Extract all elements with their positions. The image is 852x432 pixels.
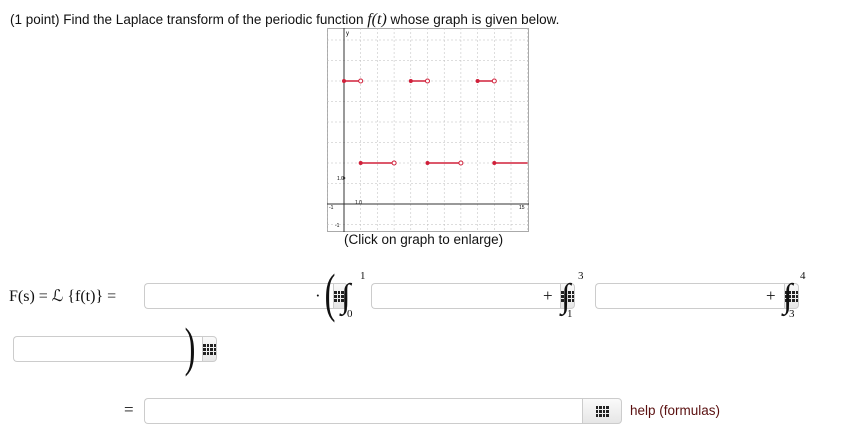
grid-icon [203,343,216,355]
problem-suffix: whose graph is given below. [390,12,560,27]
segment-closed-endpoint [475,79,480,83]
open-paren: ( [324,263,336,323]
integral-3-upper: 4 [800,270,806,282]
equation-editor-button-5[interactable] [582,398,622,424]
segment-closed-endpoint [408,79,413,83]
plus-sign-1: + [543,286,553,305]
x-tick-left: -1 [329,205,334,211]
y-tick-dot [342,176,346,180]
function-graph[interactable]: y -1 1.0 1.0 15 -1 [327,28,529,232]
grid-icon [595,405,609,417]
segment-closed-endpoint [342,79,346,83]
answer-field-3 [595,283,799,309]
equals-sign: = [124,400,134,419]
segment-closed-endpoint [425,161,430,165]
x-tick-right: 15 [519,205,525,211]
integral-3-lower: 3 [789,308,795,320]
y-axis-label: y [346,31,349,37]
answer-input-1[interactable] [144,283,333,309]
function-name: f(t) [367,11,387,28]
integral-2-upper: 3 [578,270,584,282]
graph-caption: (Click on graph to enlarge) [344,232,504,247]
multiply-dot: · [315,286,321,305]
segment-closed-endpoint [492,161,497,165]
integral-2-lower: 1 [567,308,573,320]
problem-prefix: (1 point) Find the Laplace transform of … [10,12,364,27]
y-tick-bottom: -1 [335,223,340,229]
integral-1-upper: 1 [360,270,366,282]
plus-sign-2: + [766,286,776,305]
segment-open-endpoint [391,160,397,166]
answer-input-2[interactable] [371,283,560,309]
segment-open-endpoint [491,78,497,84]
laplace-lhs: F(s) = ℒ {f(t)} = [9,288,117,305]
segment-open-endpoint [458,160,464,166]
x-tick-one: 1.0 [355,200,362,206]
segment-open-endpoint [425,78,430,84]
close-paren: ) [184,317,196,377]
answer-field-5 [144,398,622,424]
answer-field-2 [371,283,575,309]
problem-statement: (1 point) Find the Laplace transform of … [10,11,559,29]
answer-input-3[interactable] [595,283,784,309]
answer-field-4 [13,336,217,362]
help-formulas-link[interactable]: help (formulas) [630,403,720,418]
answer-input-4[interactable] [13,336,202,362]
answer-input-5[interactable] [144,398,582,424]
answer-field-1 [144,283,348,309]
segment-open-endpoint [358,78,364,84]
equation-editor-button-4[interactable] [202,336,217,362]
integral-1-lower: 0 [347,308,353,320]
segment-closed-endpoint [358,161,363,165]
y-tick-top: 1.0 [337,176,344,182]
